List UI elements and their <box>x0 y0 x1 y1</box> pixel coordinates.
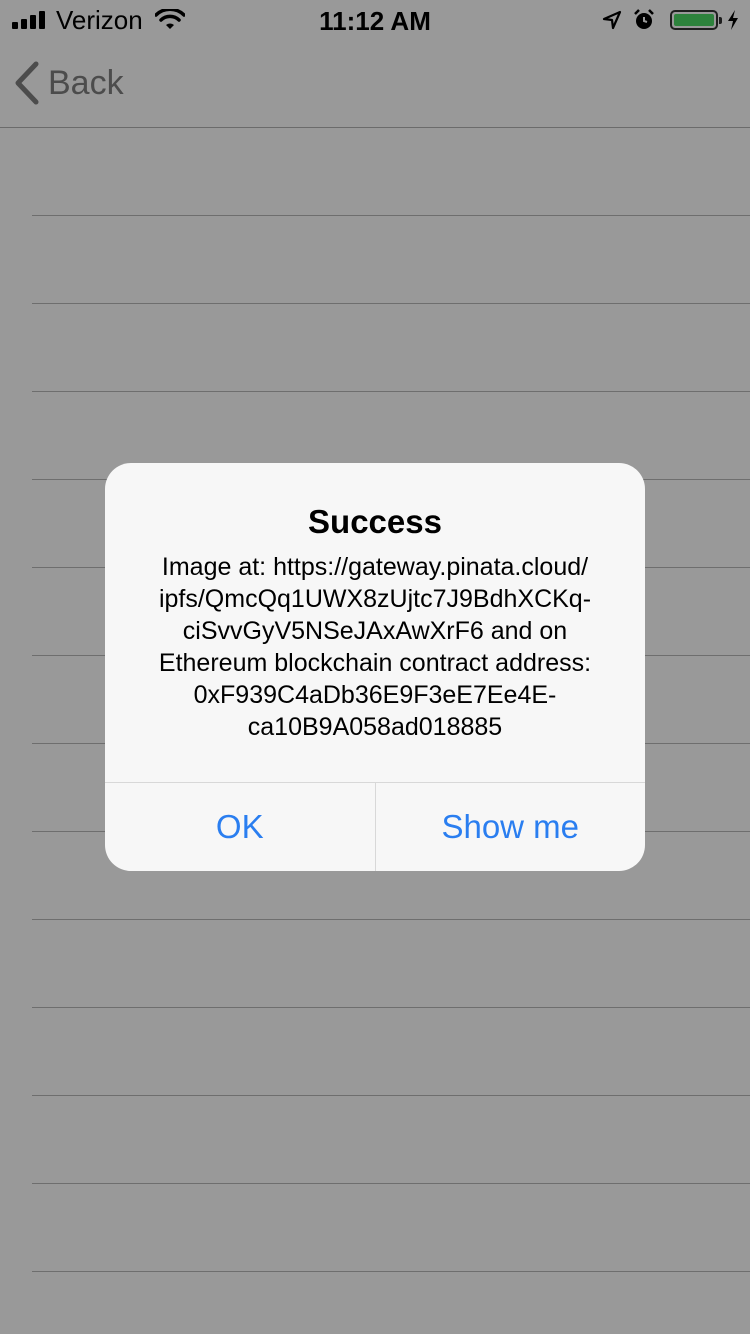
alert-message-line: 0xF939C4aDb36E9F3eE7Ee4E- <box>193 681 557 709</box>
alert-title: Success <box>308 503 442 540</box>
alert-message-line: ciSvvGyV5NSeJAxAwXrF6 and on <box>182 617 568 645</box>
alert-message-line: ca10B9A058ad018885 <box>247 713 503 741</box>
alert-message-line: Ethereum blockchain contract address: <box>158 649 592 677</box>
alert-message: Image at: https://gateway.pinata.cloud/ … <box>129 551 621 743</box>
alert-body: Success Image at: https://gateway.pinata… <box>105 463 645 743</box>
show-me-button[interactable]: Show me <box>374 783 646 871</box>
alert-message-line: ipfs/QmcQq1UWX8zUjtc7J9BdhXCKq- <box>158 585 592 613</box>
alert-dialog: Success Image at: https://gateway.pinata… <box>105 463 645 871</box>
alert-actions: OK Show me <box>105 782 645 871</box>
ok-button[interactable]: OK <box>105 783 375 871</box>
alert-message-line: Image at: https://gateway.pinata.cloud/ <box>161 553 589 581</box>
